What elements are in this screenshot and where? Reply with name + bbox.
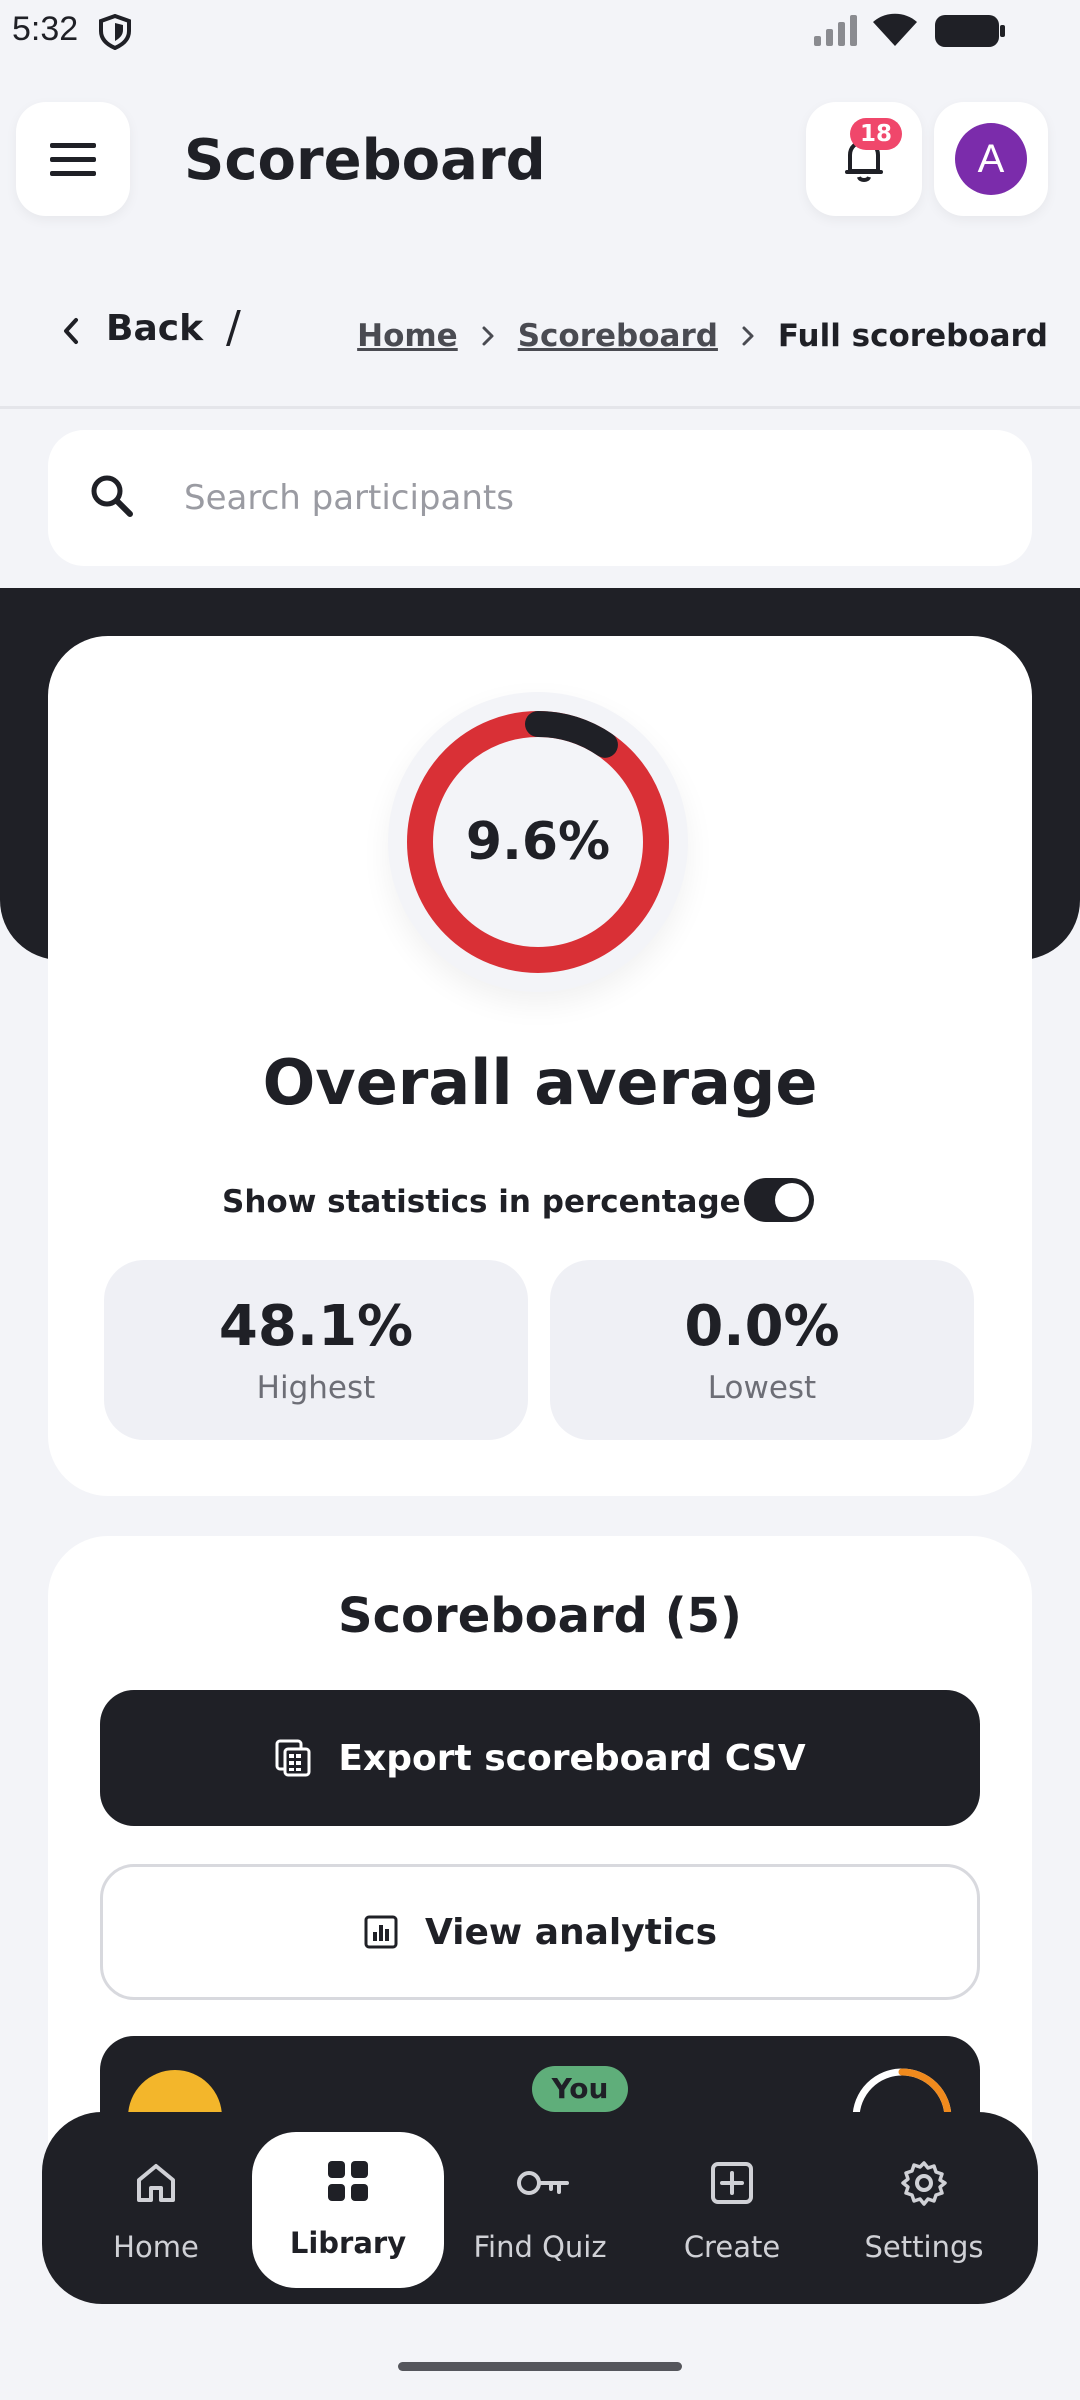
percentage-toggle-row: Show statistics in percentage: [48, 1176, 1032, 1226]
breadcrumb-current: Full scoreboard: [777, 318, 1048, 354]
you-badge: You: [532, 2066, 628, 2112]
percentage-toggle-label: Show statistics in percentage: [222, 1184, 741, 1220]
analytics-icon: [364, 1915, 398, 1949]
menu-button[interactable]: [16, 102, 130, 216]
breadcrumb-bar: Back / Home Scoreboard Full scoreboard: [0, 296, 1080, 372]
nav-settings-label: Settings: [864, 2230, 984, 2264]
home-icon: [137, 2164, 175, 2202]
breadcrumb-scoreboard[interactable]: Scoreboard: [518, 318, 718, 354]
nav-library[interactable]: Library: [252, 2132, 444, 2288]
lowest-stat: 0.0% Lowest: [550, 1260, 974, 1440]
status-bar: 5:32: [0, 0, 1080, 64]
battery-icon: [934, 14, 1006, 52]
spreadsheet-icon: [275, 1739, 311, 1777]
search-bar[interactable]: [48, 430, 1032, 566]
nav-find-quiz[interactable]: Find Quiz: [450, 2112, 630, 2304]
nav-create-label: Create: [683, 2230, 781, 2264]
export-csv-label: Export scoreboard CSV: [338, 1737, 806, 1779]
chevron-left-icon[interactable]: [58, 316, 84, 350]
lowest-value: 0.0%: [684, 1294, 840, 1359]
back-button[interactable]: Back: [106, 308, 203, 349]
home-indicator: [398, 2362, 682, 2371]
page-title: Scoreboard: [184, 128, 546, 193]
scoreboard-title: Scoreboard (5): [338, 1588, 742, 1644]
percentage-toggle[interactable]: [744, 1178, 814, 1222]
plus-square-icon: [711, 2162, 753, 2204]
average-gauge: 9.6%: [388, 692, 688, 992]
wifi-icon: [872, 12, 918, 52]
overall-average-title: Overall average: [262, 1046, 818, 1119]
status-time: 5:32: [12, 10, 79, 48]
nav-find-quiz-label: Find Quiz: [473, 2230, 607, 2264]
chevron-right-icon: [740, 325, 756, 347]
notifications-button[interactable]: 18: [806, 102, 922, 216]
breadcrumb-separator: /: [226, 302, 241, 353]
signal-icon: [812, 14, 862, 52]
export-csv-button[interactable]: Export scoreboard CSV: [100, 1690, 980, 1826]
bottom-navigation: Home Library Find Quiz Create Settings: [42, 2112, 1038, 2304]
highest-label: Highest: [256, 1370, 376, 1406]
search-icon: [88, 472, 136, 524]
hamburger-menu-icon: [50, 143, 96, 176]
grid-icon: [328, 2161, 368, 2201]
app-header: Scoreboard 18 A: [0, 100, 1080, 220]
toggle-knob: [775, 1183, 809, 1217]
nav-home[interactable]: Home: [66, 2112, 246, 2304]
highest-stat: 48.1% Highest: [104, 1260, 528, 1440]
lowest-label: Lowest: [707, 1370, 817, 1406]
chevron-right-icon: [480, 325, 496, 347]
gear-icon: [901, 2161, 947, 2206]
view-analytics-button[interactable]: View analytics: [100, 1864, 980, 2000]
header-divider: [0, 406, 1080, 409]
key-icon: [517, 2171, 569, 2195]
overall-stats-card: 9.6% Overall average Show statistics in …: [48, 636, 1032, 1496]
nav-home-label: Home: [113, 2230, 199, 2264]
nav-library-label: Library: [289, 2226, 407, 2260]
highest-value: 48.1%: [218, 1294, 414, 1359]
notification-count-badge: 18: [850, 118, 902, 150]
nav-create[interactable]: Create: [642, 2112, 822, 2304]
avatar: A: [955, 123, 1027, 195]
shield-icon: [98, 13, 132, 54]
average-value: 9.6%: [465, 812, 611, 872]
breadcrumb: Home Scoreboard Full scoreboard: [357, 318, 1048, 354]
search-input[interactable]: [184, 458, 984, 538]
nav-settings[interactable]: Settings: [834, 2112, 1014, 2304]
breadcrumb-home[interactable]: Home: [357, 318, 458, 354]
view-analytics-label: View analytics: [424, 1911, 718, 1953]
profile-button[interactable]: A: [934, 102, 1048, 216]
